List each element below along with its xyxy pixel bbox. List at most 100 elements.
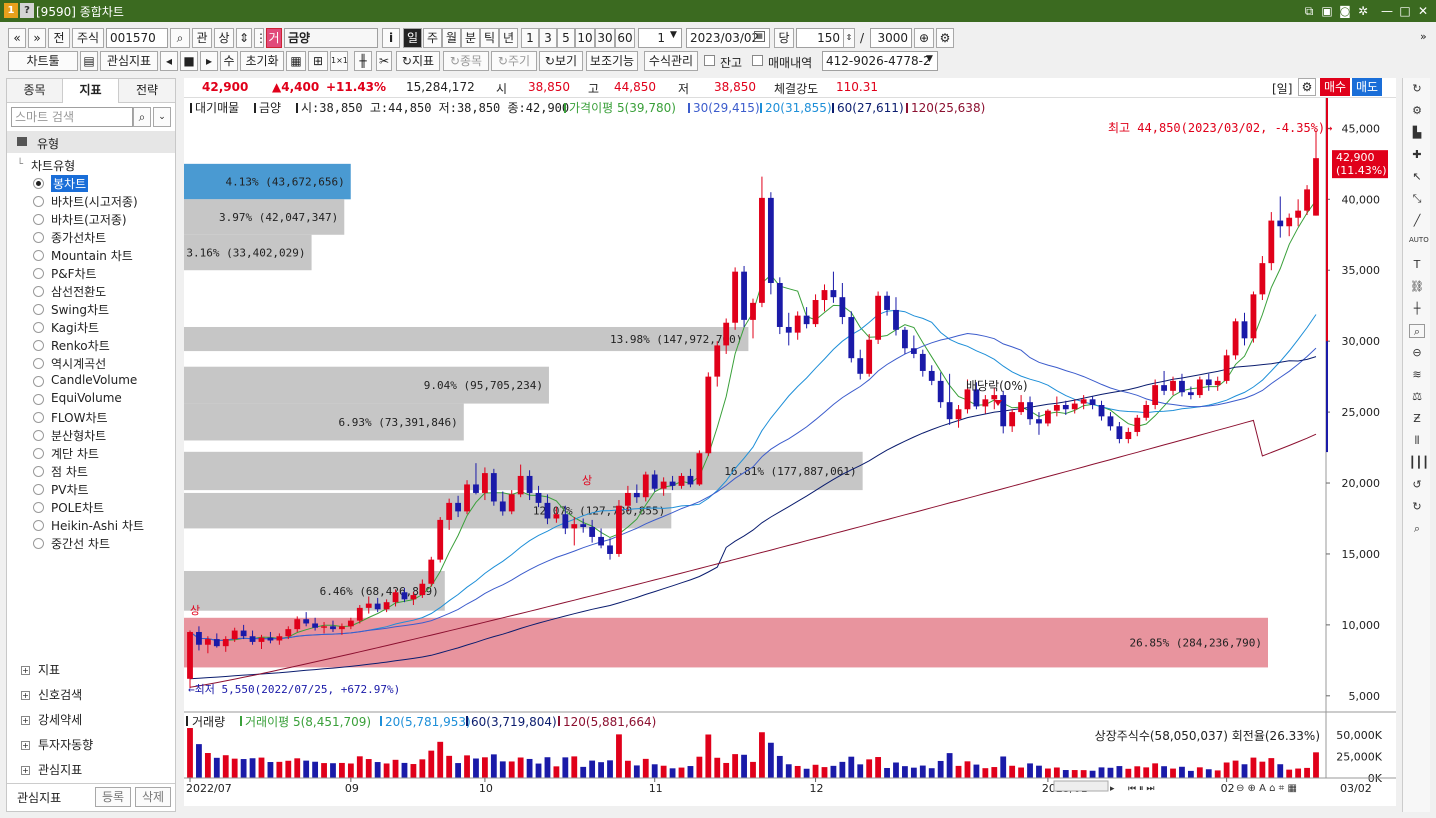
candle-icon[interactable]: ╫ xyxy=(354,51,372,71)
period-minute-tab[interactable]: 분 xyxy=(461,28,480,48)
interval-60-button[interactable]: 60 xyxy=(615,28,635,48)
chart-type-item[interactable]: POLE차트 xyxy=(51,499,104,516)
scroll-left-icon[interactable]: ◂ xyxy=(160,51,178,71)
magnet-icon[interactable]: ⤡ xyxy=(1409,192,1425,206)
chart-area[interactable]: 4.13% (43,672,656) 3.97% (42,047,347) 3.16… xyxy=(184,98,1396,806)
candle-tool-icon[interactable]: ┼ xyxy=(1409,302,1425,316)
calendar-icon[interactable]: ▦ xyxy=(754,31,765,42)
chart-type-radio[interactable] xyxy=(33,430,44,441)
chart-type-item[interactable]: PV차트 xyxy=(51,481,89,498)
period-day-tab[interactable]: 일 xyxy=(403,28,422,48)
window-number-badge[interactable]: 1 xyxy=(4,3,18,18)
grid-icon[interactable]: ▦ xyxy=(286,51,306,71)
chart-svg[interactable]: 4.13% (43,672,656) 3.97% (42,047,347) 3.16… xyxy=(184,98,1396,806)
redo-icon[interactable]: ↻ xyxy=(1409,500,1425,514)
close-icon[interactable]: ✕ xyxy=(1414,2,1432,20)
search-icon[interactable]: ⌕ xyxy=(170,28,190,48)
chart-type-item[interactable]: 바차트(고저종) xyxy=(51,211,127,228)
cut-icon[interactable]: ✂ xyxy=(376,51,392,71)
trade-history-checkbox[interactable] xyxy=(752,55,763,66)
chart-type-radio[interactable] xyxy=(33,178,44,189)
chevron-down-icon[interactable]: ▼ xyxy=(670,30,677,40)
chart-type-radio[interactable] xyxy=(33,232,44,243)
chart-type-radio[interactable] xyxy=(33,466,44,477)
view-button[interactable]: ↻보기 xyxy=(539,51,583,71)
interval-30-button[interactable]: 30 xyxy=(595,28,615,48)
crosshair-icon[interactable]: ✚ xyxy=(1409,148,1425,162)
tab-strategy[interactable]: 전략 xyxy=(119,79,175,103)
chevron-down-icon[interactable]: ▼ xyxy=(926,54,933,64)
minimize-icon[interactable]: — xyxy=(1378,2,1396,20)
tab-stock[interactable]: 종목 xyxy=(7,79,63,103)
chart-type-radio[interactable] xyxy=(33,196,44,207)
jongmok-button[interactable]: ↻종목 xyxy=(443,51,489,71)
chart-type-item[interactable]: 점 차트 xyxy=(51,463,88,480)
balance-checkbox[interactable] xyxy=(704,55,715,66)
prev-stock-button[interactable]: » xyxy=(28,28,46,48)
help-badge[interactable]: ? xyxy=(20,3,34,18)
trendline-icon[interactable]: ╱ xyxy=(1409,214,1425,228)
chart-type-item[interactable]: 봉차트 xyxy=(51,175,89,192)
chart-tool-button[interactable]: 차트툴 xyxy=(8,51,78,71)
chart-type-radio[interactable] xyxy=(33,376,44,387)
indicator-group[interactable]: + 강세약세 xyxy=(21,711,82,728)
chart-type-radio[interactable] xyxy=(33,250,44,261)
chart-type-item[interactable]: Renko차트 xyxy=(51,337,110,354)
chart-type-radio[interactable] xyxy=(33,538,44,549)
total-count-input[interactable]: 3000 xyxy=(870,28,912,48)
chart-type-item[interactable]: 분산형차트 xyxy=(51,427,106,444)
chart-type-item[interactable]: FLOW차트 xyxy=(51,409,108,426)
chart-type-item[interactable]: 계단 차트 xyxy=(51,445,99,462)
period-month-tab[interactable]: 월 xyxy=(442,28,461,48)
scroll-right-icon[interactable]: ▸ xyxy=(200,51,218,71)
chart-type-item[interactable]: Mountain 차트 xyxy=(51,247,133,264)
sang-button[interactable]: 상 xyxy=(214,28,234,48)
maximize-icon[interactable]: □ xyxy=(1396,2,1414,20)
link-icon[interactable]: ⧉ xyxy=(1300,2,1318,20)
stock-code-input[interactable]: 001570 xyxy=(106,28,168,48)
interval-3-button[interactable]: 3 xyxy=(539,28,557,48)
zoom-icon[interactable]: ⌕ xyxy=(1409,324,1425,338)
zigzag-icon[interactable]: Ƶ xyxy=(1409,412,1425,426)
kwan-button[interactable]: 관 xyxy=(192,28,212,48)
indicator-group[interactable]: + 관심지표 xyxy=(21,761,82,778)
chart-type-item[interactable]: Swing차트 xyxy=(51,301,109,318)
su-button[interactable]: 수 xyxy=(220,51,238,71)
buy-button[interactable]: 매수 xyxy=(1320,78,1350,96)
chart-type-item[interactable]: P&F차트 xyxy=(51,265,97,282)
indicator-group[interactable]: + 투자자동향 xyxy=(21,736,93,753)
up-down-stepper[interactable]: ⇕ xyxy=(236,28,252,48)
save-icon[interactable]: ▣ xyxy=(1318,2,1336,20)
gear-icon[interactable]: ⚙ xyxy=(936,28,954,48)
layout-icon[interactable]: ⊞ xyxy=(308,51,328,71)
chart-type-radio[interactable] xyxy=(33,484,44,495)
stop-icon[interactable]: ■ xyxy=(180,51,198,71)
chart-type-radio[interactable] xyxy=(33,358,44,369)
vertical-lines-icon[interactable]: ⦀ xyxy=(1409,434,1425,448)
chart-type-item[interactable]: 종가선차트 xyxy=(51,229,106,246)
period-year-tab[interactable]: 년 xyxy=(499,28,518,48)
chart-type-item[interactable]: 역시계곡선 xyxy=(51,355,106,372)
info-button[interactable]: i xyxy=(382,28,400,48)
sell-button[interactable]: 매도 xyxy=(1352,78,1382,96)
pointer-icon[interactable]: ↖ xyxy=(1409,170,1425,184)
capture-icon[interactable]: ◙ xyxy=(1336,2,1354,20)
chart-type-radio[interactable] xyxy=(33,394,44,405)
chart-type-radio[interactable] xyxy=(33,268,44,279)
count-input[interactable]: 150 xyxy=(796,28,844,48)
search-icon[interactable]: ⌕ xyxy=(1409,522,1425,536)
chart-type-radio[interactable] xyxy=(33,340,44,351)
chart-type-radio[interactable] xyxy=(33,448,44,459)
refresh-icon[interactable]: ↻ xyxy=(1409,82,1425,96)
reset-button[interactable]: 초기화 xyxy=(240,51,284,71)
chart-type-item[interactable]: 중간선 차트 xyxy=(51,535,110,552)
tree-root-label[interactable]: 차트유형 xyxy=(31,157,75,174)
indicator-group[interactable]: + 지표 xyxy=(21,661,60,678)
prev-button[interactable]: 전 xyxy=(48,28,70,48)
indicator-button[interactable]: ↻지표 xyxy=(396,51,440,71)
chart-type-radio[interactable] xyxy=(33,214,44,225)
period-week-tab[interactable]: 주 xyxy=(423,28,442,48)
aux-function-button[interactable]: 보조기능 xyxy=(586,51,638,71)
smart-search-input[interactable]: 스마트 검색 xyxy=(11,107,133,127)
gear-icon[interactable]: ⚙ xyxy=(1298,78,1316,96)
